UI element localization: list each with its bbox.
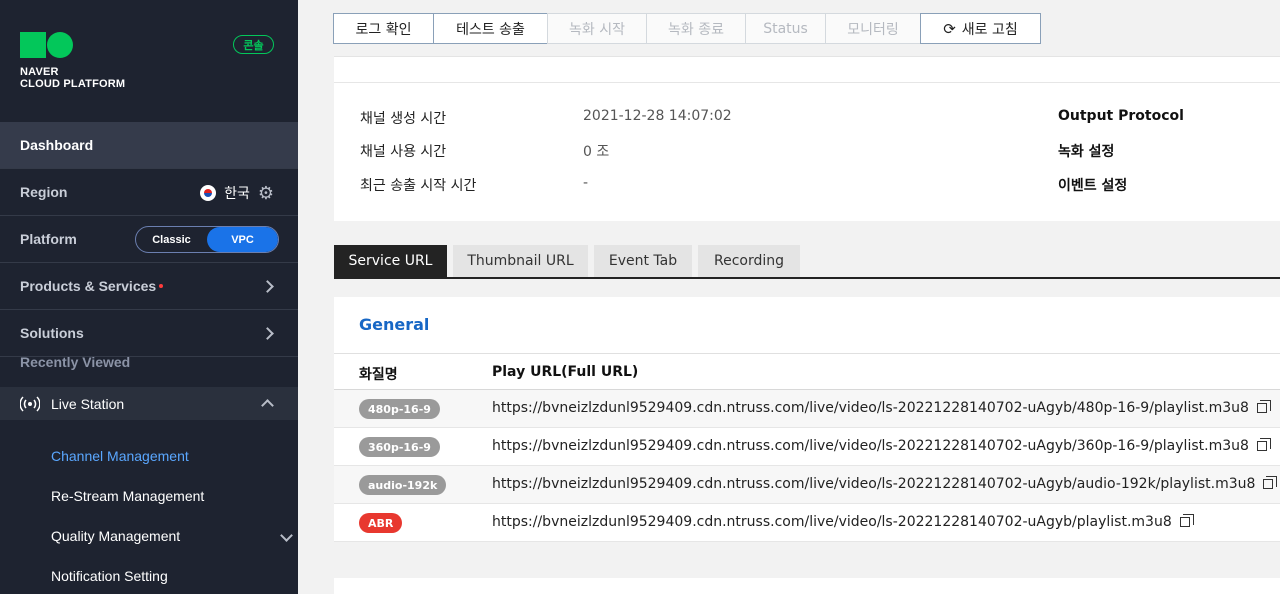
play-url: https://bvneizlzdunl9529409.cdn.ntruss.c…: [492, 438, 1271, 454]
main-content: 로그 확인 테스트 송출 녹화 시작 녹화 종료 Status 모니터링 ⟳ 새…: [298, 0, 1280, 594]
chevron-right-icon: [261, 326, 274, 340]
logo-text-line2: CLOUD PLATFORM: [20, 78, 126, 90]
refresh-button[interactable]: ⟳ 새로 고침: [920, 13, 1041, 44]
naver-logo-icon: [20, 32, 125, 58]
test-stream-button[interactable]: 테스트 송출: [433, 13, 548, 44]
sidebar-item-region[interactable]: Region 한국 ⚙: [0, 169, 298, 216]
record-stop-button[interactable]: 녹화 종료: [646, 13, 746, 44]
region-value[interactable]: 한국: [224, 183, 250, 203]
tab-thumbnail-url[interactable]: Thumbnail URL: [453, 245, 588, 277]
next-panel: [334, 578, 1280, 594]
new-indicator-dot: [159, 284, 164, 288]
chevron-down-icon: [280, 529, 293, 542]
info-right-event-settings: 이벤트 설정: [1058, 178, 1128, 194]
sidebar-item-dashboard[interactable]: Dashboard: [0, 122, 298, 169]
sidebar-subitem-channel-management[interactable]: Channel Management: [51, 448, 189, 464]
sidebar-item-solutions[interactable]: Solutions: [0, 310, 298, 357]
refresh-icon: ⟳: [943, 19, 956, 38]
log-check-button[interactable]: 로그 확인: [333, 13, 434, 44]
console-badge[interactable]: 콘솔: [233, 35, 274, 54]
info-label-created: 채널 생성 시간: [360, 111, 447, 127]
sidebar-item-label: Quality Management: [51, 528, 181, 544]
info-label-usage: 채널 사용 시간: [360, 144, 447, 160]
play-url: https://bvneizlzdunl9529409.cdn.ntruss.c…: [492, 400, 1271, 416]
copy-icon[interactable]: [1263, 476, 1278, 489]
chevron-up-icon: [261, 399, 274, 412]
quality-badge: 360p-16-9: [359, 437, 440, 457]
platform-toggle[interactable]: Classic VPC: [135, 226, 279, 253]
tab-underline: [334, 277, 1280, 279]
sidebar-item-platform: Platform Classic VPC: [0, 216, 298, 263]
platform-option-classic[interactable]: Classic: [136, 227, 207, 252]
tab-event-tab[interactable]: Event Tab: [594, 245, 692, 277]
quality-badge: ABR: [359, 513, 403, 533]
logo-text-line1: NAVER: [20, 66, 59, 78]
quality-badge: audio-192k: [359, 475, 447, 495]
monitoring-button[interactable]: 모니터링: [825, 13, 921, 44]
sidebar-item-products[interactable]: Products & Services: [0, 263, 298, 310]
info-right-recording-settings: 녹화 설정: [1058, 144, 1115, 160]
naver-cloud-logo[interactable]: NAVER CLOUD PLATFORM: [20, 32, 125, 90]
info-label-last-stream: 최근 송출 시작 시간: [360, 178, 477, 194]
status-button[interactable]: Status: [745, 13, 826, 44]
sidebar-item-label: Dashboard: [20, 137, 94, 153]
info-value-last-stream: -: [583, 175, 589, 191]
flag-korea-icon: [200, 184, 217, 201]
refresh-label: 새로 고침: [961, 21, 1018, 38]
quality-badge: 480p-16-9: [359, 399, 440, 419]
chevron-right-icon: [261, 279, 274, 293]
sidebar-item-label: Live Station: [51, 395, 125, 412]
table-row: 360p-16-9 https://bvneizlzdunl9529409.cd…: [334, 428, 1280, 466]
copy-icon[interactable]: [1256, 438, 1271, 451]
tab-service-url[interactable]: Service URL: [334, 245, 447, 277]
sidebar-item-label: Region: [20, 184, 68, 200]
column-play-url: Play URL(Full URL): [492, 364, 639, 380]
info-right-output-protocol: Output Protocol: [1058, 108, 1184, 124]
copy-icon[interactable]: [1256, 400, 1271, 413]
gear-icon[interactable]: ⚙: [258, 184, 274, 202]
sidebar-subitem-notification-setting[interactable]: Notification Setting: [51, 568, 168, 584]
platform-option-vpc[interactable]: VPC: [207, 227, 278, 252]
recently-viewed-heading: Recently Viewed: [20, 354, 131, 370]
table-row: ABR https://bvneizlzdunl9529409.cdn.ntru…: [334, 504, 1280, 542]
info-value-usage: 0 조: [583, 144, 610, 160]
url-table-header: 화질명 Play URL(Full URL): [334, 353, 1280, 390]
sidebar-item-live-station[interactable]: Live Station: [0, 387, 298, 420]
sidebar-subitem-quality-management[interactable]: Quality Management: [51, 528, 293, 544]
table-row: audio-192k https://bvneizlzdunl9529409.c…: [334, 466, 1280, 504]
sidebar: NAVER CLOUD PLATFORM 콘솔 Dashboard Region…: [0, 0, 298, 594]
tab-bar: Service URL Thumbnail URL Event Tab Reco…: [334, 245, 800, 277]
play-url: https://bvneizlzdunl9529409.cdn.ntruss.c…: [492, 514, 1194, 530]
play-url: https://bvneizlzdunl9529409.cdn.ntruss.c…: [492, 476, 1278, 492]
tab-recording[interactable]: Recording: [698, 245, 800, 277]
info-value-created: 2021-12-28 14:07:02: [583, 108, 732, 124]
general-title: General: [359, 315, 430, 334]
table-row: 480p-16-9 https://bvneizlzdunl9529409.cd…: [334, 390, 1280, 428]
record-start-button[interactable]: 녹화 시작: [547, 13, 647, 44]
channel-info-panel: 채널 생성 시간 2021-12-28 14:07:02 Output Prot…: [334, 56, 1280, 221]
column-quality: 화질명: [359, 367, 398, 383]
action-toolbar: 로그 확인 테스트 송출 녹화 시작 녹화 종료 Status 모니터링 ⟳ 새…: [333, 13, 1041, 44]
sidebar-item-label: Solutions: [20, 325, 84, 341]
general-panel: General 화질명 Play URL(Full URL) 480p-16-9…: [334, 297, 1280, 542]
sidebar-item-label: Platform: [20, 231, 77, 247]
live-station-icon: [20, 395, 40, 412]
sidebar-subitem-restream-management[interactable]: Re-Stream Management: [51, 488, 204, 504]
copy-icon[interactable]: [1179, 514, 1194, 527]
sidebar-item-label: Products & Services: [20, 278, 157, 294]
